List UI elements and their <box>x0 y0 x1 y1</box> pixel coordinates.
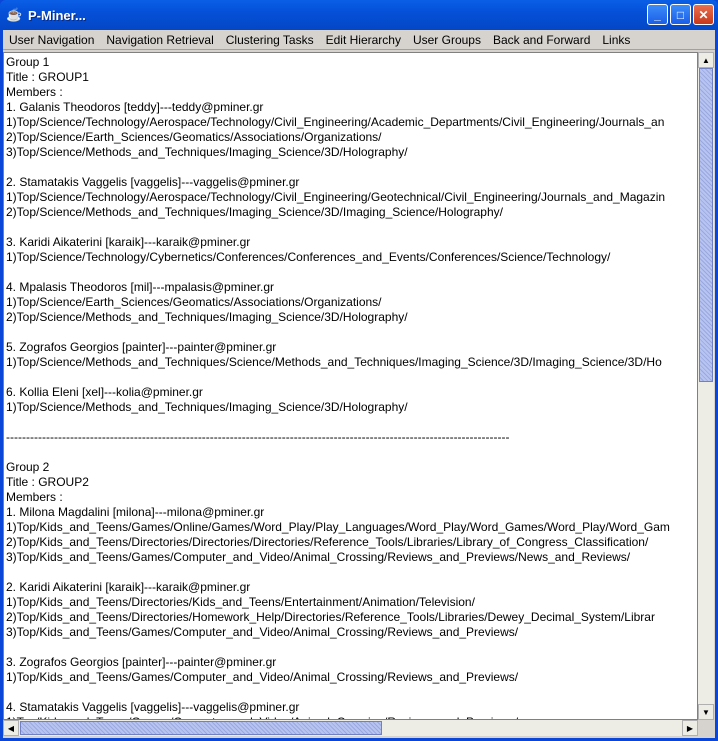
text-line: 4. Stamatakis Vaggelis [vaggelis]---vagg… <box>6 700 300 714</box>
title-bar: ☕ P-Miner... _ □ ✕ <box>0 0 718 30</box>
text-line <box>6 415 697 430</box>
scroll-corner <box>698 720 714 736</box>
arrow-down-icon: ▼ <box>702 707 710 717</box>
arrow-left-icon: ◀ <box>7 723 15 733</box>
text-line: 1)Top/Kids_and_Teens/Directories/Kids_an… <box>6 595 475 609</box>
text-line: 3)Top/Kids_and_Teens/Games/Computer_and_… <box>6 625 519 639</box>
arrow-up-icon: ▲ <box>702 55 710 65</box>
menu-clustering-tasks[interactable]: Clustering Tasks <box>220 30 320 50</box>
text-line <box>6 565 697 580</box>
text-line: 1)Top/Kids_and_Teens/Games/Computer_and_… <box>6 670 519 684</box>
menu-links[interactable]: Links <box>596 30 636 50</box>
menu-user-navigation[interactable]: User Navigation <box>3 30 100 50</box>
text-line: Members : <box>6 490 63 504</box>
groups-text-area[interactable]: Group 1 Title : GROUP1 Members :1. Galanis… <box>3 52 698 720</box>
menu-edit-hierarchy[interactable]: Edit Hierarchy <box>320 30 407 50</box>
text-line <box>6 265 697 280</box>
text-line: 6. Kollia Eleni [xel]---kolia@pminer.gr <box>6 385 203 399</box>
text-line <box>6 160 697 175</box>
menu-bar: User Navigation Navigation Retrieval Clu… <box>3 30 715 50</box>
text-line: 3. Karidi Aikaterini [karaik]---karaik@p… <box>6 235 251 249</box>
text-line: 2)Top/Science/Methods_and_Techniques/Ima… <box>6 310 408 324</box>
text-lines: Group 1 Title : GROUP1 Members :1. Galanis… <box>4 53 697 719</box>
scroll-up-button[interactable]: ▲ <box>698 52 714 68</box>
text-line: Title : GROUP1 <box>6 70 89 84</box>
text-line: 4. Mpalasis Theodoros [mil]---mpalasis@p… <box>6 280 275 294</box>
text-line: 3)Top/Science/Methods_and_Techniques/Ima… <box>6 145 408 159</box>
java-cup-icon: ☕ <box>6 7 23 22</box>
text-line <box>6 220 697 235</box>
horizontal-scrollbar[interactable]: ◀ ▶ <box>3 720 698 736</box>
text-line: Members : <box>6 85 63 99</box>
text-line: Group 1 <box>6 55 50 69</box>
horizontal-scroll-thumb[interactable] <box>20 721 382 735</box>
text-line: 1. Galanis Theodoros [teddy]---teddy@pmi… <box>6 100 264 114</box>
minimize-button[interactable]: _ <box>647 4 668 25</box>
text-line: 1)Top/Science/Earth_Sciences/Geomatics/A… <box>6 295 382 309</box>
text-line: 1. Milona Magdalini [milona]---milona@pm… <box>6 505 265 519</box>
vertical-scrollbar[interactable]: ▲ ▼ <box>698 52 714 720</box>
text-line: 1)Top/Kids_and_Teens/Games/Online/Games/… <box>6 520 670 534</box>
text-line: 2. Karidi Aikaterini [karaik]---karaik@p… <box>6 580 251 594</box>
menu-navigation-retrieval[interactable]: Navigation Retrieval <box>100 30 219 50</box>
arrow-right-icon: ▶ <box>686 723 694 733</box>
text-line: 1)Top/Science/Technology/Aerospace/Techn… <box>6 115 665 129</box>
maximize-icon: □ <box>676 7 685 22</box>
text-line <box>6 325 697 340</box>
menu-user-groups[interactable]: User Groups <box>407 30 487 50</box>
text-line: 1)Top/Science/Methods_and_Techniques/Ima… <box>6 400 408 414</box>
text-line: 2)Top/Kids_and_Teens/Directories/Homewor… <box>6 610 655 624</box>
text-line <box>6 370 697 385</box>
scroll-right-button[interactable]: ▶ <box>682 720 698 736</box>
menu-back-and-forward[interactable]: Back and Forward <box>487 30 596 50</box>
text-line: 2)Top/Kids_and_Teens/Directories/Directo… <box>6 535 649 549</box>
main-frame: User Navigation Navigation Retrieval Clu… <box>3 30 715 738</box>
text-line: 2)Top/Science/Methods_and_Techniques/Ima… <box>6 205 503 219</box>
text-line: 1)Top/Science/Methods_and_Techniques/Sci… <box>6 355 662 369</box>
text-line: 1)Top/Science/Technology/Aerospace/Techn… <box>6 190 666 204</box>
close-icon: ✕ <box>698 7 709 22</box>
text-line: Title : GROUP2 <box>6 475 89 489</box>
text-line <box>6 640 697 655</box>
text-line: ----------------------------------------… <box>6 430 510 444</box>
window-title: P-Miner... <box>28 7 86 23</box>
maximize-button[interactable]: □ <box>670 4 691 25</box>
text-line: 5. Zografos Georgios [painter]---painter… <box>6 340 277 354</box>
scroll-left-button[interactable]: ◀ <box>3 720 19 736</box>
text-line: 1)Top/Science/Technology/Cybernetics/Con… <box>6 250 611 264</box>
text-line: Group 2 <box>6 460 50 474</box>
text-line: 3)Top/Kids_and_Teens/Games/Computer_and_… <box>6 550 631 564</box>
minimize-icon: _ <box>654 7 661 22</box>
scroll-down-button[interactable]: ▼ <box>698 704 714 720</box>
text-line: 3. Zografos Georgios [painter]---painter… <box>6 655 277 669</box>
text-line <box>6 685 697 700</box>
text-line <box>6 445 697 460</box>
text-line: 2)Top/Science/Earth_Sciences/Geomatics/A… <box>6 130 382 144</box>
text-line: 2. Stamatakis Vaggelis [vaggelis]---vagg… <box>6 175 300 189</box>
close-button[interactable]: ✕ <box>693 4 714 25</box>
vertical-scroll-thumb[interactable] <box>699 68 713 382</box>
